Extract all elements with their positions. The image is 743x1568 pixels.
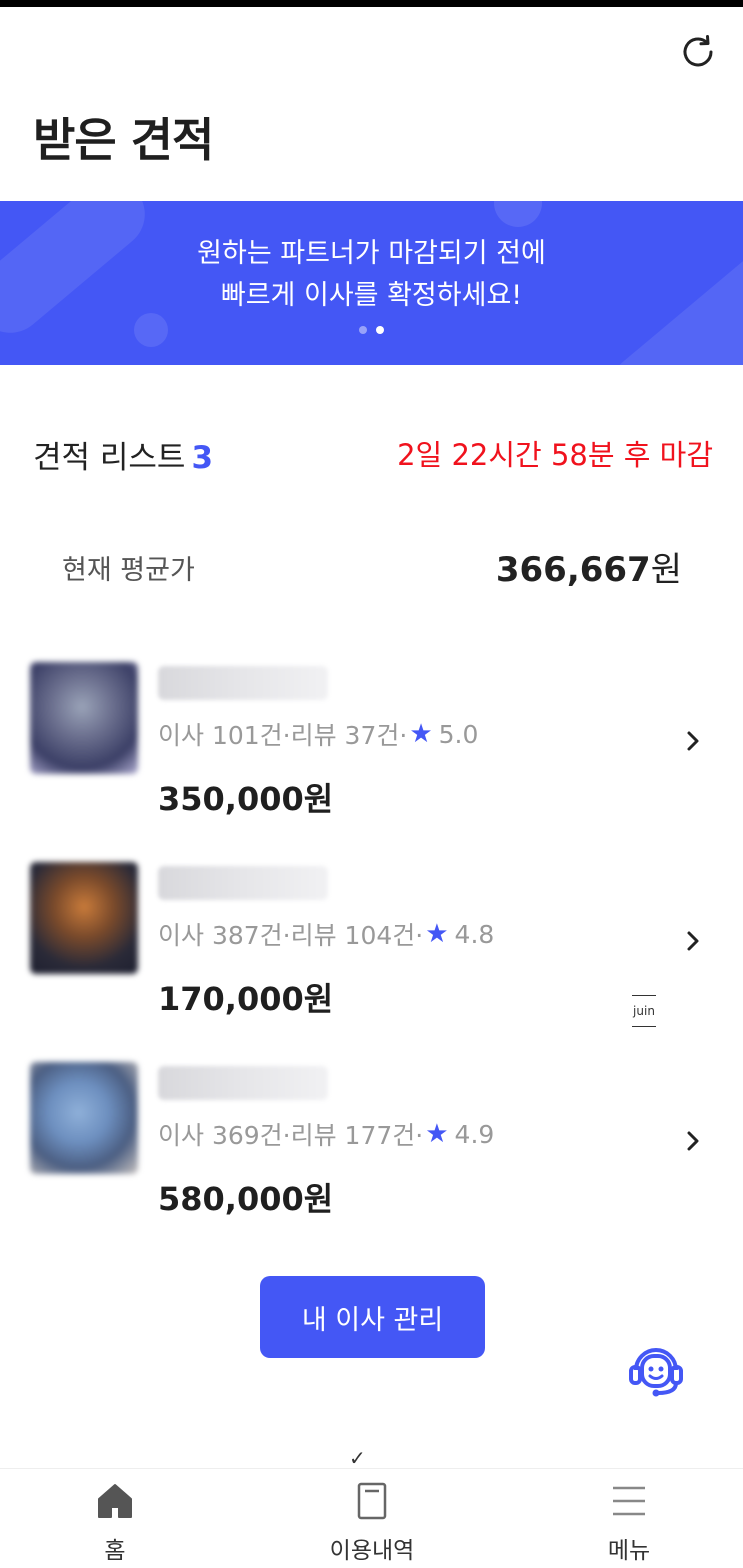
nav-home-label: 홈 [104,1538,126,1564]
home-icon [95,1481,135,1521]
partner-stats: 이사 101건·리뷰 37건· ★ 5.0 [158,716,478,752]
refresh-button[interactable] [676,30,720,74]
nav-history-label: 이용내역 [329,1538,415,1564]
quote-list-label: 견적 리스트 [33,440,186,476]
quote-price: 580,000원 [158,1180,334,1218]
average-price-row: 현재 평균가 366,667원 [62,540,682,590]
partner-name-redacted [158,866,328,900]
partner-stats: 이사 387건·리뷰 104건· ★ 4.8 [158,916,494,952]
history-icon [352,1481,392,1521]
star-icon: ★ [425,1119,449,1149]
star-icon: ★ [409,719,433,749]
quote-count: 3 [191,440,214,476]
manage-move-button[interactable]: 내 이사 관리 [260,1276,485,1358]
quote-list-title: 견적 리스트 3 [33,432,213,477]
average-price-unit: 원 [650,550,682,590]
page-title: 받은 견적 [33,113,214,167]
promo-banner[interactable]: 원하는 파트너가 마감되기 전에 빠르게 이사를 확정하세요! [0,201,743,365]
banner-dot-active [376,326,384,334]
partner-stats: 이사 369건·리뷰 177건· ★ 4.9 [158,1116,494,1152]
refresh-icon [683,35,713,67]
nav-home[interactable]: 홈 [35,1469,195,1568]
banner-decoration [494,201,542,227]
quote-card[interactable]: 이사 369건·리뷰 177건· ★ 4.9 580,000원 [30,1062,720,1232]
quote-list-header: 견적 리스트 3 2일 22시간 58분 후 마감 [33,428,713,476]
average-price-amount: 366,667 [495,550,651,590]
deadline-countdown: 2일 22시간 58분 후 마감 [397,438,713,472]
average-price-value: 366,667원 [496,542,682,591]
partner-name-redacted [158,1066,328,1100]
banner-message: 원하는 파트너가 마감되기 전에 빠르게 이사를 확정하세요! [0,233,743,317]
partner-avatar [30,1062,138,1174]
check-icon: ✓ [349,1446,366,1470]
partner-avatar [30,862,138,974]
customer-support-button[interactable] [598,1320,714,1420]
banner-dot [359,326,367,334]
partner-stats-text: 이사 369건·리뷰 177건· [158,1121,424,1150]
bottom-navigation: 홈 이용내역 메뉴 [0,1468,743,1568]
partner-rating: 4.8 [454,919,495,949]
banner-pagination [0,326,743,334]
quote-card[interactable]: 이사 387건·리뷰 104건· ★ 4.8 170,000원 [30,862,720,1032]
quote-price: 170,000원 [158,980,334,1018]
watermark-logo: juin [632,995,656,1027]
chevron-right-icon [687,1131,699,1151]
partner-name-redacted [158,666,328,700]
partner-avatar [30,662,138,774]
quote-price: 350,000원 [158,780,334,818]
headset-support-icon [629,1348,683,1397]
partner-rating: 4.9 [454,1119,495,1149]
quote-card[interactable]: 이사 101건·리뷰 37건· ★ 5.0 350,000원 [30,662,720,832]
star-icon: ★ [425,919,449,949]
average-price-label: 현재 평균가 [62,555,195,586]
chevron-right-icon [687,931,699,951]
nav-menu[interactable]: 메뉴 [549,1469,709,1568]
partner-stats-text: 이사 387건·리뷰 104건· [158,921,424,950]
partner-rating: 5.0 [438,719,479,749]
partner-stats-text: 이사 101건·리뷰 37건· [158,721,408,750]
nav-menu-label: 메뉴 [607,1538,651,1564]
banner-line-2: 빠르게 이사를 확정하세요! [220,280,523,311]
chevron-right-icon [687,731,699,751]
status-bar [0,0,743,7]
nav-history[interactable]: 이용내역 [292,1469,452,1568]
menu-icon [609,1481,649,1521]
banner-line-1: 원하는 파트너가 마감되기 전에 [197,238,546,269]
